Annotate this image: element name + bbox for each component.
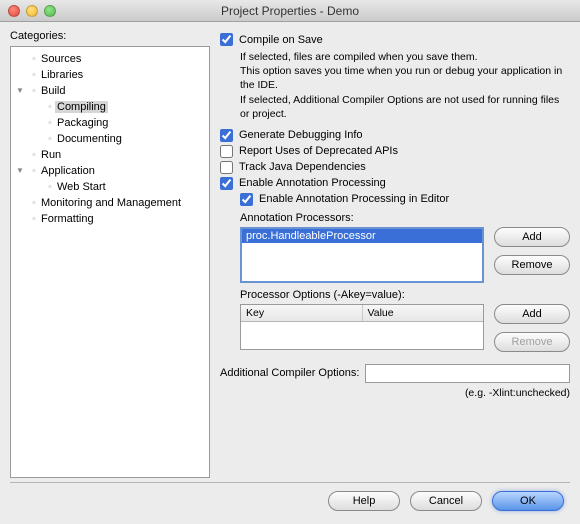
anno-proc-label: Enable Annotation Processing [239, 177, 386, 189]
close-icon[interactable] [8, 5, 20, 17]
ok-button[interactable]: OK [492, 491, 564, 511]
processor-options-table[interactable]: Key Value [240, 304, 484, 350]
help-button[interactable]: Help [328, 491, 400, 511]
tree-label: Libraries [39, 69, 83, 81]
deprecated-checkbox[interactable] [220, 145, 233, 158]
content-area: Categories: Sources Libraries Build Comp… [0, 22, 580, 480]
tree-item-compiling[interactable]: Compiling [11, 99, 209, 115]
anno-editor-row: Enable Annotation Processing in Editor [240, 193, 570, 206]
bullet-icon [29, 85, 39, 97]
processor-options-label: Processor Options (-Akey=value): [240, 289, 570, 301]
table-header: Key Value [241, 305, 483, 322]
tree-item-sources[interactable]: Sources [11, 51, 209, 67]
annotation-processors-list[interactable]: proc.HandleableProcessor [240, 227, 484, 283]
compile-on-save-label: Compile on Save [239, 34, 323, 46]
disclosure-open-icon[interactable] [15, 87, 25, 95]
anno-editor-checkbox[interactable] [240, 193, 253, 206]
compile-on-save-checkbox[interactable] [220, 33, 233, 46]
bullet-icon [29, 69, 39, 81]
example-text: (e.g. -Xlint:unchecked) [220, 387, 570, 399]
additional-options-input[interactable] [365, 364, 570, 383]
tree-label: Packaging [55, 117, 108, 129]
tree-item-application[interactable]: Application [11, 163, 209, 179]
remove-processor-button[interactable]: Remove [494, 255, 570, 275]
compile-on-save-description: If selected, files are compiled when you… [240, 50, 570, 121]
bullet-icon [45, 133, 55, 145]
window-title: Project Properties - Demo [0, 4, 580, 18]
traffic-lights [8, 5, 56, 17]
tree-label: Formatting [39, 213, 94, 225]
desc-line: If selected, Additional Compiler Options… [240, 93, 570, 121]
dialog-footer: Help Cancel OK [0, 485, 580, 521]
compile-on-save-row: Compile on Save [220, 33, 570, 46]
options-buttons: Add Remove [494, 304, 570, 352]
separator [10, 482, 570, 483]
tree-label: Build [39, 85, 65, 97]
tree-item-webstart[interactable]: Web Start [11, 179, 209, 195]
processors-list-row: proc.HandleableProcessor Add Remove [240, 227, 570, 283]
anno-proc-row: Enable Annotation Processing [220, 177, 570, 190]
bullet-icon [29, 149, 39, 161]
track-deps-row: Track Java Dependencies [220, 161, 570, 174]
tree-label: Documenting [55, 133, 122, 145]
column-key[interactable]: Key [241, 305, 363, 321]
additional-options-row: Additional Compiler Options: [220, 364, 570, 383]
additional-options-label: Additional Compiler Options: [220, 367, 359, 379]
tree-label: Monitoring and Management [39, 197, 181, 209]
anno-proc-checkbox[interactable] [220, 177, 233, 190]
options-list-row: Key Value Add Remove [240, 304, 570, 352]
minimize-icon[interactable] [26, 5, 38, 17]
tree-label: Run [39, 149, 61, 161]
tree-item-build[interactable]: Build [11, 83, 209, 99]
track-deps-label: Track Java Dependencies [239, 161, 366, 173]
generate-debug-checkbox[interactable] [220, 129, 233, 142]
tree-item-libraries[interactable]: Libraries [11, 67, 209, 83]
tree-label: Web Start [55, 181, 106, 193]
tree-label: Application [39, 165, 95, 177]
bullet-icon [29, 197, 39, 209]
deprecated-row: Report Uses of Deprecated APIs [220, 145, 570, 158]
list-item[interactable]: proc.HandleableProcessor [242, 229, 482, 243]
tree-item-packaging[interactable]: Packaging [11, 115, 209, 131]
bullet-icon [29, 165, 39, 177]
cancel-button[interactable]: Cancel [410, 491, 482, 511]
tree-item-monitoring[interactable]: Monitoring and Management [11, 195, 209, 211]
categories-tree[interactable]: Sources Libraries Build Compiling Packag… [10, 46, 210, 478]
tree-item-documenting[interactable]: Documenting [11, 131, 209, 147]
desc-line: If selected, files are compiled when you… [240, 50, 570, 64]
add-option-button[interactable]: Add [494, 304, 570, 324]
processors-buttons: Add Remove [494, 227, 570, 275]
deprecated-label: Report Uses of Deprecated APIs [239, 145, 398, 157]
tree-item-formatting[interactable]: Formatting [11, 211, 209, 227]
tree-label: Sources [39, 53, 81, 65]
settings-panel: Compile on Save If selected, files are c… [210, 30, 570, 476]
bullet-icon [29, 53, 39, 65]
disclosure-open-icon[interactable] [15, 167, 25, 175]
processors-section: Annotation Processors: proc.HandleablePr… [240, 212, 570, 352]
tree-label: Compiling [55, 101, 108, 113]
column-value[interactable]: Value [363, 305, 484, 321]
generate-debug-label: Generate Debugging Info [239, 129, 363, 141]
anno-editor-label: Enable Annotation Processing in Editor [259, 193, 449, 205]
add-processor-button[interactable]: Add [494, 227, 570, 247]
desc-line: This option saves you time when you run … [240, 64, 570, 92]
bullet-icon [29, 213, 39, 225]
bullet-icon [45, 117, 55, 129]
annotation-processors-label: Annotation Processors: [240, 212, 570, 224]
remove-option-button[interactable]: Remove [494, 332, 570, 352]
track-deps-checkbox[interactable] [220, 161, 233, 174]
generate-debug-row: Generate Debugging Info [220, 129, 570, 142]
tree-item-run[interactable]: Run [11, 147, 209, 163]
titlebar: Project Properties - Demo [0, 0, 580, 22]
bullet-icon [45, 181, 55, 193]
zoom-icon[interactable] [44, 5, 56, 17]
bullet-icon [45, 101, 55, 113]
categories-label: Categories: [10, 30, 210, 42]
categories-panel: Categories: Sources Libraries Build Comp… [10, 30, 210, 476]
